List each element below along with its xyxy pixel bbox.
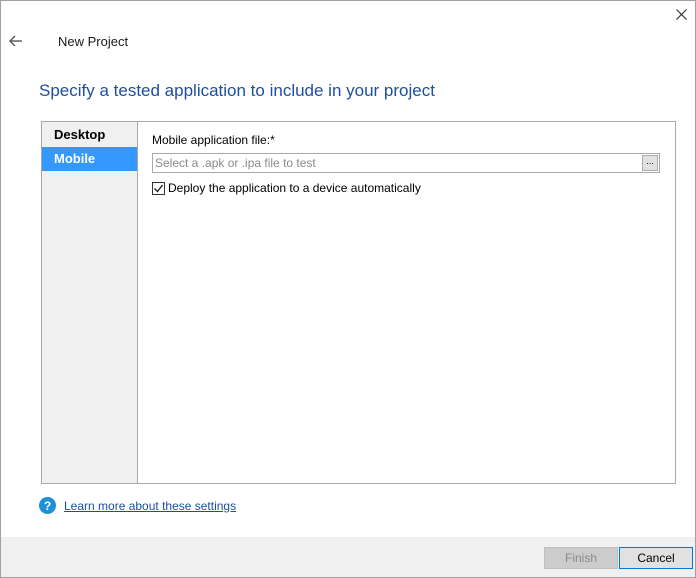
deploy-option: Deploy the application to a device autom… xyxy=(152,181,421,195)
sidebar-item-desktop[interactable]: Desktop xyxy=(42,123,137,147)
mobile-file-label: Mobile application file:* xyxy=(152,133,275,147)
help-row: ? Learn more about these settings xyxy=(39,497,236,514)
new-project-dialog: New Project Specify a tested application… xyxy=(0,0,696,578)
learn-more-link[interactable]: Learn more about these settings xyxy=(64,499,236,513)
window-title: New Project xyxy=(58,34,129,49)
cancel-button[interactable]: Cancel xyxy=(619,547,693,569)
close-icon xyxy=(675,8,687,20)
deploy-checkbox[interactable] xyxy=(152,181,165,195)
dialog-footer: Finish Cancel xyxy=(1,537,695,577)
sidebar-item-mobile[interactable]: Mobile xyxy=(42,147,137,171)
mobile-file-input[interactable] xyxy=(153,154,644,172)
mobile-file-field: ... xyxy=(152,153,660,173)
deploy-checkbox-label[interactable]: Deploy the application to a device autom… xyxy=(168,181,421,195)
finish-button[interactable]: Finish xyxy=(544,547,618,569)
close-button[interactable] xyxy=(669,3,693,25)
checkmark-icon xyxy=(154,184,164,193)
mobile-settings-content: Mobile application file:* ... Deploy the… xyxy=(138,122,675,483)
help-icon: ? xyxy=(39,497,56,514)
back-arrow-icon xyxy=(9,35,22,47)
back-button[interactable] xyxy=(5,30,27,52)
browse-button[interactable]: ... xyxy=(642,155,658,171)
page-heading: Specify a tested application to include … xyxy=(39,81,435,100)
settings-panel: Desktop Mobile Mobile application file:*… xyxy=(41,121,676,484)
category-sidebar: Desktop Mobile xyxy=(42,122,138,483)
